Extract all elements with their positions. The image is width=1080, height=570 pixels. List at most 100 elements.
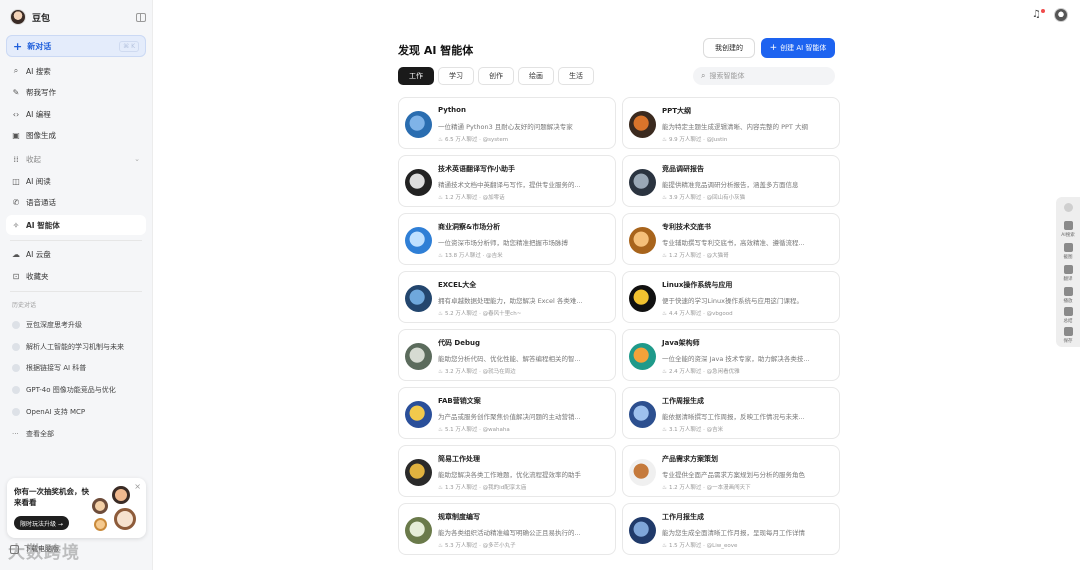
agent-card[interactable]: 竞品调研报告 能提供精准竞品调研分析报告，涵盖多方面信息 ♨ 3.9 万人聊过 · @… — [622, 155, 840, 207]
sidebar-item-agents[interactable]: ✧ AI 智能体 — [6, 215, 146, 235]
create-agent-button[interactable]: + 创建 AI 智能体 — [761, 38, 835, 58]
fire-icon: ♨ — [438, 485, 443, 491]
agent-card[interactable]: Linux操作系统与应用 便于快速的学习Linux操作系统与应用这门课程。 ♨ 4.4… — [622, 271, 840, 323]
agent-stats: 2.4 万人聊过 · @急闲看优雅 — [668, 369, 740, 375]
chat-icon — [12, 321, 20, 329]
sidebar-item-label: AI 云盘 — [26, 249, 51, 259]
history-item[interactable]: 解析人工智能的学习机制与未来 — [6, 337, 146, 357]
image-icon: ▣ — [12, 130, 20, 140]
sidebar-item-writing[interactable]: ✎ 帮我写作 — [6, 82, 146, 102]
tab-life[interactable]: 生活 — [558, 67, 594, 85]
agent-card[interactable]: 规章制度编写 能为各类组织活动精准编写明确公正且易执行的... ♨ 5.3 万人聊过 … — [398, 503, 616, 555]
sidebar-item-collapse[interactable]: ⁞⁞ 收起 ⌄ — [6, 149, 146, 169]
sidebar-item-cloud[interactable]: ☁ AI 云盘 — [6, 244, 146, 264]
watermark: 大数跨境 — [8, 543, 80, 563]
sidebar-item-label: 语音通话 — [26, 197, 56, 207]
agent-name: Java架构师 — [662, 339, 700, 347]
agent-description: 能依据清晰撰写工作周报，反映工作情况与未来... — [662, 413, 805, 421]
history-item[interactable]: OpenAI 支持 MCP — [6, 402, 146, 422]
float-screenshot[interactable]: 截图 — [1056, 243, 1080, 260]
search-input[interactable] — [709, 72, 820, 80]
agent-card[interactable]: 工作周报生成 能依据清晰撰写工作周报，反映工作情况与未来... ♨ 3.1 万人聊过 … — [622, 387, 840, 439]
agent-card[interactable]: 产品需求方案策划 专业提供全面产品需求方案规划与分析的服务角色 ♨ 1.2 万人聊过 … — [622, 445, 840, 497]
agent-name: Python — [438, 106, 466, 114]
lottery-promo-card[interactable]: 你有一次抽奖机会，快来看看 限时玩法升级 → × — [7, 478, 146, 538]
history-item-label: 豆包深度思考升级 — [26, 321, 82, 329]
sidebar-item-label: AI 编程 — [26, 109, 51, 119]
agent-meta: ♨ 3.2 万人聊过 · @就马在周边 — [438, 367, 516, 375]
notification-bell-icon[interactable]: ♫ — [1032, 9, 1045, 21]
agent-name: 技术英语翻译写作小助手 — [438, 165, 515, 173]
history-item-label: 根据链接写 AI 科普 — [26, 364, 87, 372]
sidebar-divider — [10, 291, 142, 292]
agent-search[interactable]: ⌕ — [693, 67, 835, 85]
sidebar-item-ai-search[interactable]: ⌕ AI 搜索 — [6, 61, 146, 81]
fire-icon: ♨ — [438, 543, 443, 549]
agent-card[interactable]: PPT大纲 能为特定主题生成逻辑清晰、内容完整的 PPT 大纲 ♨ 9.9 万人聊过 … — [622, 97, 840, 149]
float-summary[interactable]: 总结 — [1056, 307, 1080, 324]
agent-description: 能提供精准竞品调研分析报告，涵盖多方面信息 — [662, 181, 799, 189]
float-close-icon[interactable] — [1056, 203, 1080, 214]
agent-card[interactable]: Java架构师 一位全能的资深 Java 技术专家，助力解决各类技... ♨ 2.4 … — [622, 329, 840, 381]
floating-toolbar: AI搜索 截图 翻译 播放 总结 保存 — [1056, 197, 1080, 347]
agent-card[interactable]: 技术英语翻译写作小助手 精通技术文档中英翻译与写作，提供专业服务的... ♨ 1.2 … — [398, 155, 616, 207]
sparkle-icon — [1063, 221, 1073, 230]
my-agents-button[interactable]: 我创建的 — [703, 38, 755, 58]
agent-description: 一位精通 Python3 且耐心友好的问题解决专家 — [438, 123, 573, 131]
plus-icon: + — [13, 39, 23, 53]
new-chat-button[interactable]: + 新对话 ⌘ K — [6, 35, 146, 57]
agent-name: 专利技术交底书 — [662, 223, 711, 231]
agent-card[interactable]: EXCEL大全 拥有卓越数据处理能力，助您解决 Excel 各类难... ♨ 5.2 … — [398, 271, 616, 323]
fire-icon: ♨ — [438, 137, 443, 143]
agent-description: 专业提供全面产品需求方案规划与分析的服务角色 — [662, 471, 805, 479]
tab-create[interactable]: 创作 — [478, 67, 514, 85]
float-play[interactable]: 播放 — [1056, 287, 1080, 304]
more-icon: ··· — [12, 430, 19, 438]
sidebar-item-favorites[interactable]: ⊡ 收藏夹 — [6, 266, 146, 286]
agent-meta: ♨ 3.9 万人聊过 · @回山有小灰猫 — [662, 193, 745, 201]
agent-description: 专业辅助撰写专利交底书，高效精准、遵循流程... — [662, 239, 805, 247]
fire-icon: ♨ — [662, 543, 667, 549]
agent-description: 能助您分析代码、优化性能、解答编程相关的智... — [438, 355, 581, 363]
agent-card[interactable]: 专利技术交底书专业辅助撰写专利交底书，高效精准、遵循流程... ♨ 1.2 万人聊过… — [622, 213, 840, 265]
history-item[interactable]: 根据链接写 AI 科普 — [6, 358, 146, 378]
float-ai-search[interactable]: AI搜索 — [1056, 221, 1080, 238]
product-icon — [629, 459, 656, 486]
agent-stats: 1.2 万人聊过 · @一本漫画闯天下 — [668, 485, 751, 491]
sidebar-item-voice[interactable]: ✆ 语音通话 — [6, 192, 146, 212]
user-avatar[interactable] — [1054, 8, 1068, 22]
agent-meta: ♨ 1.2 万人聊过 · @大猫哥 — [662, 251, 729, 259]
float-save[interactable]: 保存 — [1056, 327, 1080, 344]
agent-card[interactable]: Python 一位精通 Python3 且耐心友好的问题解决专家 ♨ 6.5 万人聊过… — [398, 97, 616, 149]
agent-card[interactable]: 简易工作处理 能助您解决各类工作难题，优化流程提效率的助手 ♨ 1.3 万人聊过 · … — [398, 445, 616, 497]
agent-name: EXCEL大全 — [438, 281, 477, 289]
agent-stats: 3.2 万人聊过 · @就马在周边 — [444, 369, 516, 375]
history-view-all[interactable]: ··· 查看全部 — [6, 424, 146, 444]
tab-study[interactable]: 学习 — [438, 67, 474, 85]
agent-card[interactable]: 代码 Debug 能助您分析代码、优化性能、解答编程相关的智... ♨ 3.2 万人聊… — [398, 329, 616, 381]
rules-icon — [405, 517, 432, 544]
sidebar-item-image[interactable]: ▣ 图像生成 — [6, 125, 146, 145]
history-item[interactable]: GPT-4o 图像功能竞品与优化 — [6, 380, 146, 400]
sidebar-header: 豆包 — [10, 8, 146, 26]
agent-name: 工作周报生成 — [662, 397, 704, 405]
agent-card[interactable]: FAB营销文案 为产品或服务创作聚焦价值解决问题的主动营销... ♨ 5.1 万人聊过… — [398, 387, 616, 439]
agent-card[interactable]: 工作月报生成 能为您生成全面清晰工作月报，呈现每月工作详情 ♨ 1.5 万人聊过 · … — [622, 503, 840, 555]
code-icon: ‹› — [12, 109, 20, 119]
promo-button[interactable]: 限时玩法升级 → — [14, 516, 69, 530]
tab-drawing[interactable]: 绘画 — [518, 67, 554, 85]
agent-card[interactable]: 商业洞察&市场分析 一位资深市场分析师，助您精准把握市场脉搏 ♨ 13.8 万人聊过 … — [398, 213, 616, 265]
agent-stats: 5.2 万人聊过 · @春风十里ch~ — [444, 311, 522, 317]
category-tabs: 工作 学习 创作 绘画 生活 — [398, 67, 594, 85]
sidebar-toggle-icon[interactable] — [136, 12, 146, 22]
history-item[interactable]: 豆包深度思考升级 — [6, 315, 146, 335]
sidebar-item-coding[interactable]: ‹› AI 编程 — [6, 104, 146, 124]
camera-icon — [1063, 243, 1073, 252]
search-icon: ⌕ — [13, 66, 19, 75]
float-translate[interactable]: 翻译 — [1056, 265, 1080, 282]
sidebar-item-reading[interactable]: ◫ AI 阅读 — [6, 171, 146, 191]
agent-description: 一位全能的资深 Java 技术专家，助力解决各类技... — [662, 355, 810, 363]
tab-work[interactable]: 工作 — [398, 67, 434, 85]
ppt-icon — [629, 111, 656, 138]
sidebar-item-label: 收起 — [26, 154, 41, 164]
